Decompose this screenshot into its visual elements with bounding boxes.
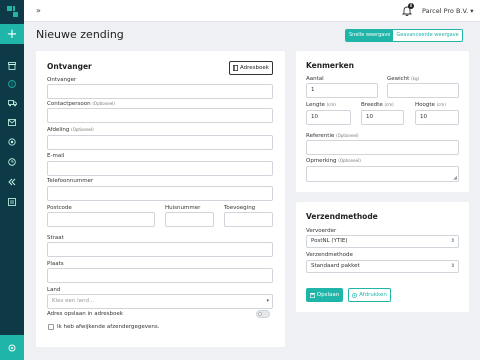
characteristics-title: Kenmerken: [306, 61, 354, 70]
method-select[interactable]: Standaard pakket ⇕: [306, 260, 459, 273]
gear-icon: [8, 344, 16, 351]
address-book-button[interactable]: Adresboek: [229, 61, 273, 75]
help-button[interactable]: [0, 335, 24, 360]
print-label: Afdrukken: [359, 292, 387, 298]
plus-icon: +: [6, 26, 18, 42]
postcode-label: Postcode: [47, 205, 72, 211]
print-button[interactable]: Afdrukken: [348, 288, 391, 302]
height-label: Hoogte (cm): [415, 102, 446, 108]
remark-textarea[interactable]: ◢: [306, 166, 459, 182]
contact-label: Contactpersoon (Optioneel): [47, 101, 115, 107]
country-label: Land: [47, 287, 61, 293]
email-label: E-mail: [47, 153, 65, 159]
country-placeholder: Kies een land...: [52, 298, 95, 304]
recipient-name-input[interactable]: [47, 84, 273, 99]
sidebar: +: [0, 0, 24, 360]
resize-handle-icon[interactable]: ◢: [453, 172, 457, 181]
house-number-label: Huisnummer: [165, 205, 201, 211]
save-button[interactable]: Opslaan: [306, 288, 343, 302]
clock-icon[interactable]: [7, 157, 17, 167]
view-toggle: Snelle weergave Geavanceerde weergave: [345, 29, 463, 42]
reference-label: Referentie (Optioneel): [306, 133, 359, 139]
user-menu[interactable]: Parcel Pro B.V. ▾: [422, 7, 474, 15]
list-icon[interactable]: [7, 197, 17, 207]
contact-input[interactable]: [47, 108, 273, 123]
page-title: Nieuwe zending: [36, 28, 124, 41]
addition-label: Toevoeging: [224, 205, 256, 211]
save-label: Opslaan: [316, 292, 340, 298]
quantity-input[interactable]: 1: [306, 83, 378, 98]
chevron-updown-icon: ⇕: [450, 238, 455, 244]
shipping-method-title: Verzendmethode: [306, 212, 378, 221]
save-address-label: Adres opslaan in adresboek: [47, 311, 123, 317]
reference-input[interactable]: [306, 140, 459, 155]
chevron-updown-icon: ⇕: [450, 263, 455, 269]
mail-icon[interactable]: [7, 117, 17, 127]
tab-quick-view[interactable]: Snelle weergave: [346, 30, 394, 41]
phone-label: Telefoonnummer: [47, 178, 94, 184]
house-number-input[interactable]: [165, 212, 214, 227]
quantity-label: Aantal: [306, 76, 324, 82]
shipping-method-card: Verzendmethode Vervoerder PostNL (YTIE) …: [296, 202, 469, 312]
length-label: Lengte (cm): [306, 102, 336, 108]
carrier-select[interactable]: PostNL (YTIE) ⇕: [306, 235, 459, 248]
city-label: Plaats: [47, 261, 64, 267]
truck-icon[interactable]: [7, 98, 17, 108]
width-input[interactable]: 10: [361, 110, 404, 125]
remark-label: Opmerking (Optioneel): [306, 158, 361, 164]
phone-input[interactable]: [47, 186, 273, 201]
book-icon: [233, 65, 238, 71]
different-sender-label: Ik heb afwijkende afzendergegevens.: [57, 324, 160, 330]
info-icon[interactable]: [7, 79, 17, 89]
new-shipment-button[interactable]: +: [0, 24, 24, 44]
width-label: Breedte (cm): [361, 102, 394, 108]
logo-icon[interactable]: [0, 0, 24, 22]
addition-input[interactable]: [224, 212, 273, 227]
chevrons-left-icon[interactable]: [7, 177, 17, 187]
notification-badge: 8: [408, 3, 414, 9]
save-icon: [309, 292, 315, 298]
length-input[interactable]: 10: [306, 110, 351, 125]
country-select[interactable]: Kies een land... ▾: [47, 294, 273, 309]
recipient-name-label: Ontvanger: [47, 77, 77, 83]
carrier-label: Vervoerder: [306, 228, 337, 234]
city-input[interactable]: [47, 268, 273, 283]
height-input[interactable]: 10: [415, 110, 459, 125]
topbar: » 8 Parcel Pro B.V. ▾: [24, 0, 480, 22]
street-input[interactable]: [47, 242, 273, 257]
user-name: Parcel Pro B.V.: [422, 7, 469, 15]
address-book-label: Adresboek: [240, 65, 269, 71]
chevron-down-icon: ▾: [266, 298, 269, 304]
chevron-down-icon: ▾: [470, 7, 474, 15]
postcode-input[interactable]: [47, 212, 155, 227]
save-address-toggle[interactable]: [256, 310, 270, 318]
weight-label: Gewicht (kg): [387, 76, 420, 82]
department-input[interactable]: [47, 135, 273, 150]
recipient-title: Ontvanger: [47, 62, 92, 71]
weight-input[interactable]: [387, 83, 459, 98]
collapse-sidebar-button[interactable]: »: [36, 7, 41, 15]
street-label: Straat: [47, 235, 64, 241]
department-label: Afdeling (Optioneel): [47, 127, 94, 133]
print-icon: [352, 292, 357, 298]
different-sender-checkbox[interactable]: [48, 324, 54, 330]
toggle-knob: [258, 312, 262, 316]
email-input[interactable]: [47, 161, 273, 176]
carrier-value: PostNL (YTIE): [311, 238, 348, 244]
recipient-card: Ontvanger Adresboek Ontvanger Contactper…: [36, 51, 285, 347]
method-value: Standaard pakket: [311, 263, 360, 269]
tab-advanced-view[interactable]: Geavanceerde weergave: [393, 30, 462, 41]
characteristics-card: Kenmerken Aantal 1 Gewicht (kg) Lengte (…: [296, 51, 469, 192]
settings-icon[interactable]: [7, 137, 17, 147]
archive-icon[interactable]: [7, 61, 17, 71]
method-label: Verzendmethode: [306, 252, 353, 258]
